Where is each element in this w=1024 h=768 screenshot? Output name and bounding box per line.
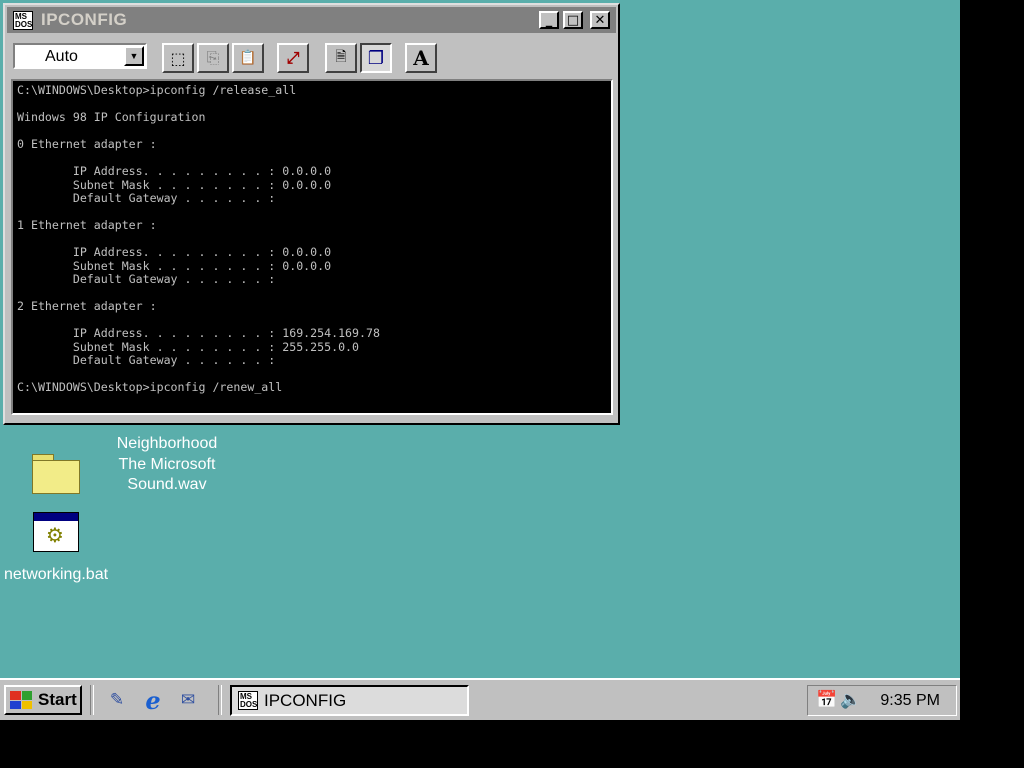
full-screen-icon: ⤢: [286, 48, 300, 67]
font-icon: A: [413, 46, 429, 70]
outlook-express-icon[interactable]: ✉: [175, 688, 201, 712]
task-label: IPCONFIG: [264, 690, 347, 710]
gear-icon: ⚙: [46, 523, 64, 547]
ms-dos-icon[interactable]: MS DOS: [13, 11, 33, 30]
console-text: C:\WINDOWS\Desktop>ipconfig /release_all…: [17, 83, 380, 394]
microsoft-sound-label-2[interactable]: Sound.wav: [108, 476, 226, 494]
windows-logo-icon: [10, 691, 32, 709]
start-label: Start: [38, 690, 77, 709]
window-toolbar: Auto ▼ ⬚ ⎘ 📋 ⤢ 🗎 ❐ A: [7, 39, 616, 79]
mark-button[interactable]: ⬚: [162, 43, 194, 73]
ipconfig-window[interactable]: MS DOS IPCONFIG _ □ ✕ Auto ▼ ⬚ ⎘ 📋 ⤢ 🗎 ❐…: [3, 3, 620, 425]
chevron-down-icon[interactable]: ▼: [124, 46, 144, 66]
taskbar-separator: [218, 685, 222, 715]
batch-titlebar: [34, 513, 78, 521]
close-button[interactable]: ✕: [590, 11, 610, 29]
clock[interactable]: 9:35 PM: [880, 692, 940, 710]
properties-icon: 🗎: [335, 49, 347, 65]
folder-icon[interactable]: [32, 452, 80, 494]
properties-button[interactable]: 🗎: [325, 43, 357, 73]
maximize-icon: □: [566, 12, 580, 28]
desktop[interactable]: Network Neighborhood The Microsoft Sound…: [0, 0, 960, 678]
background-icon: ❐: [367, 47, 385, 69]
internet-explorer-icon[interactable]: e: [140, 686, 166, 715]
taskbar-separator: [90, 685, 94, 715]
copy-icon: ⎘: [206, 48, 220, 67]
network-neighborhood-label[interactable]: Neighborhood: [108, 435, 226, 453]
font-button[interactable]: A: [405, 43, 437, 73]
ms-dos-icon: MS DOS: [238, 691, 258, 710]
taskbar: Start ✎ e ✉ MS DOS IPCONFIG 📅 🔈 9:35 PM: [0, 678, 960, 720]
show-desktop-icon[interactable]: ✎: [104, 688, 130, 712]
batch-file-icon[interactable]: ⚙: [33, 512, 79, 552]
scheduler-icon[interactable]: 📅: [816, 690, 837, 710]
start-button[interactable]: Start: [4, 685, 82, 715]
paste-button[interactable]: 📋: [232, 43, 264, 73]
paste-icon: 📋: [239, 50, 257, 66]
background-button[interactable]: ❐: [360, 43, 392, 73]
copy-button[interactable]: ⎘: [197, 43, 229, 73]
folder-body: [32, 460, 80, 494]
volume-icon[interactable]: 🔈: [840, 690, 861, 710]
font-size-dropdown[interactable]: Auto ▼: [13, 43, 147, 69]
full-screen-button[interactable]: ⤢: [277, 43, 309, 73]
maximize-button[interactable]: □: [563, 11, 583, 29]
font-size-value: Auto: [45, 48, 78, 65]
mark-icon: ⬚: [170, 48, 186, 68]
minimize-button[interactable]: _: [539, 11, 559, 29]
minimize-icon: _: [545, 12, 553, 28]
networking-bat-label[interactable]: networking.bat: [2, 566, 110, 584]
window-titlebar[interactable]: MS DOS IPCONFIG _ □ ✕: [7, 7, 616, 33]
close-icon: ✕: [594, 12, 606, 28]
microsoft-sound-label-1[interactable]: The Microsoft: [108, 456, 226, 474]
system-tray: 📅 🔈 9:35 PM: [807, 685, 957, 716]
console-output[interactable]: C:\WINDOWS\Desktop>ipconfig /release_all…: [11, 79, 613, 415]
task-ipconfig-button[interactable]: MS DOS IPCONFIG: [230, 685, 469, 716]
window-title: IPCONFIG: [41, 10, 128, 29]
